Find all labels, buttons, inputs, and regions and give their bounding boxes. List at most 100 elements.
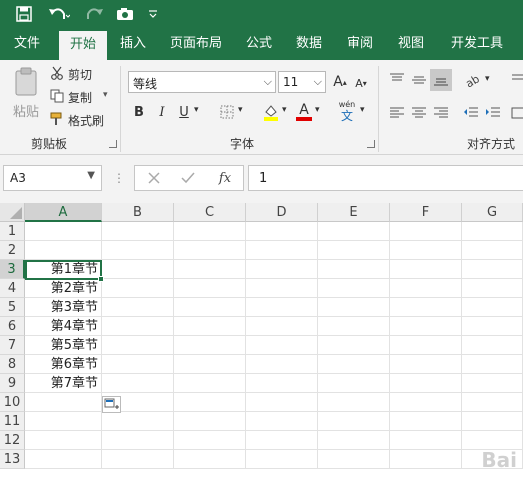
- cell-e5[interactable]: [318, 298, 390, 317]
- column-header-e[interactable]: E: [318, 203, 390, 222]
- cell-e2[interactable]: [318, 241, 390, 260]
- select-all-corner[interactable]: [0, 203, 25, 222]
- font-launcher-icon[interactable]: [367, 140, 375, 148]
- cell-d5[interactable]: [246, 298, 318, 317]
- cell-e11[interactable]: [318, 412, 390, 431]
- cell-b4[interactable]: [102, 279, 174, 298]
- cell-c3[interactable]: [174, 260, 246, 279]
- cut-button[interactable]: 剪切: [68, 66, 92, 83]
- cell-f9[interactable]: [390, 374, 462, 393]
- cell-d9[interactable]: [246, 374, 318, 393]
- row-header-13[interactable]: 13: [0, 450, 25, 469]
- cell-a6[interactable]: 第4章节: [25, 317, 102, 336]
- fill-handle[interactable]: [98, 276, 104, 282]
- cell-b13[interactable]: [102, 450, 174, 469]
- cell-f8[interactable]: [390, 355, 462, 374]
- cell-d10[interactable]: [246, 393, 318, 412]
- save-icon[interactable]: [12, 0, 36, 27]
- cell-a12[interactable]: [25, 431, 102, 450]
- cell-a5[interactable]: 第3章节: [25, 298, 102, 317]
- column-header-d[interactable]: D: [246, 203, 318, 222]
- cell-b9[interactable]: [102, 374, 174, 393]
- cell-b3[interactable]: [102, 260, 174, 279]
- cell-g5[interactable]: [462, 298, 523, 317]
- row-header-4[interactable]: 4: [0, 279, 25, 298]
- cell-c1[interactable]: [174, 222, 246, 241]
- cell-c10[interactable]: [174, 393, 246, 412]
- cell-e8[interactable]: [318, 355, 390, 374]
- cell-b5[interactable]: [102, 298, 174, 317]
- cell-g8[interactable]: [462, 355, 523, 374]
- align-left-icon[interactable]: [388, 105, 406, 121]
- fill-color-dropdown-icon[interactable]: ▾: [282, 105, 287, 115]
- borders-dropdown-icon[interactable]: ▾: [238, 105, 243, 115]
- cell-a1[interactable]: [25, 222, 102, 241]
- column-header-a[interactable]: A: [25, 203, 102, 222]
- bold-button[interactable]: B: [131, 103, 147, 121]
- cell-b11[interactable]: [102, 412, 174, 431]
- cell-g7[interactable]: [462, 336, 523, 355]
- cell-f12[interactable]: [390, 431, 462, 450]
- cell-a13[interactable]: [25, 450, 102, 469]
- tab-page-layout[interactable]: 页面布局: [162, 27, 230, 60]
- fill-color-icon[interactable]: [262, 102, 280, 122]
- cell-c6[interactable]: [174, 317, 246, 336]
- cell-g1[interactable]: [462, 222, 523, 241]
- cell-b2[interactable]: [102, 241, 174, 260]
- cell-g11[interactable]: [462, 412, 523, 431]
- cell-a2[interactable]: [25, 241, 102, 260]
- cell-d13[interactable]: [246, 450, 318, 469]
- column-header-g[interactable]: G: [462, 203, 523, 222]
- tab-formulas[interactable]: 公式: [238, 27, 280, 60]
- tab-review[interactable]: 审阅: [339, 27, 381, 60]
- tab-file[interactable]: 文件: [4, 27, 50, 60]
- insert-function-icon[interactable]: fx: [215, 168, 235, 188]
- cell-e12[interactable]: [318, 431, 390, 450]
- cell-a7[interactable]: 第5章节: [25, 336, 102, 355]
- cell-a4[interactable]: 第2章节: [25, 279, 102, 298]
- tab-insert[interactable]: 插入: [112, 27, 154, 60]
- redo-icon[interactable]: [80, 0, 110, 27]
- cell-f2[interactable]: [390, 241, 462, 260]
- row-header-7[interactable]: 7: [0, 336, 25, 355]
- italic-button[interactable]: I: [154, 103, 170, 121]
- cell-f13[interactable]: [390, 450, 462, 469]
- cell-f6[interactable]: [390, 317, 462, 336]
- increase-font-icon[interactable]: A ▴: [330, 72, 350, 92]
- merge-center-icon[interactable]: [510, 105, 523, 121]
- cell-b6[interactable]: [102, 317, 174, 336]
- wrap-text-icon[interactable]: [510, 72, 523, 88]
- row-header-6[interactable]: 6: [0, 317, 25, 336]
- font-color-dropdown-icon[interactable]: ▾: [315, 105, 320, 115]
- copy-dropdown-arrow-icon[interactable]: ▾: [103, 90, 108, 100]
- cell-b7[interactable]: [102, 336, 174, 355]
- cell-e9[interactable]: [318, 374, 390, 393]
- tab-home[interactable]: 开始: [59, 31, 107, 60]
- cell-f7[interactable]: [390, 336, 462, 355]
- row-header-9[interactable]: 9: [0, 374, 25, 393]
- cell-d1[interactable]: [246, 222, 318, 241]
- cell-f11[interactable]: [390, 412, 462, 431]
- align-right-icon[interactable]: [432, 105, 450, 121]
- cell-e10[interactable]: [318, 393, 390, 412]
- cell-g6[interactable]: [462, 317, 523, 336]
- cell-c5[interactable]: [174, 298, 246, 317]
- cell-d4[interactable]: [246, 279, 318, 298]
- cell-c11[interactable]: [174, 412, 246, 431]
- cell-a10[interactable]: [25, 393, 102, 412]
- decrease-indent-icon[interactable]: [462, 105, 480, 121]
- tab-data[interactable]: 数据: [288, 27, 330, 60]
- cell-g3[interactable]: [462, 260, 523, 279]
- cell-a9[interactable]: 第7章节: [25, 374, 102, 393]
- cell-g10[interactable]: [462, 393, 523, 412]
- column-header-c[interactable]: C: [174, 203, 246, 222]
- paste-button[interactable]: 粘贴: [10, 65, 42, 121]
- cell-c12[interactable]: [174, 431, 246, 450]
- cell-a8[interactable]: 第6章节: [25, 355, 102, 374]
- formula-input[interactable]: 1: [248, 165, 523, 191]
- cell-e4[interactable]: [318, 279, 390, 298]
- cell-f1[interactable]: [390, 222, 462, 241]
- increase-indent-icon[interactable]: [484, 105, 502, 121]
- underline-dropdown-icon[interactable]: ▾: [194, 105, 199, 115]
- cell-e13[interactable]: [318, 450, 390, 469]
